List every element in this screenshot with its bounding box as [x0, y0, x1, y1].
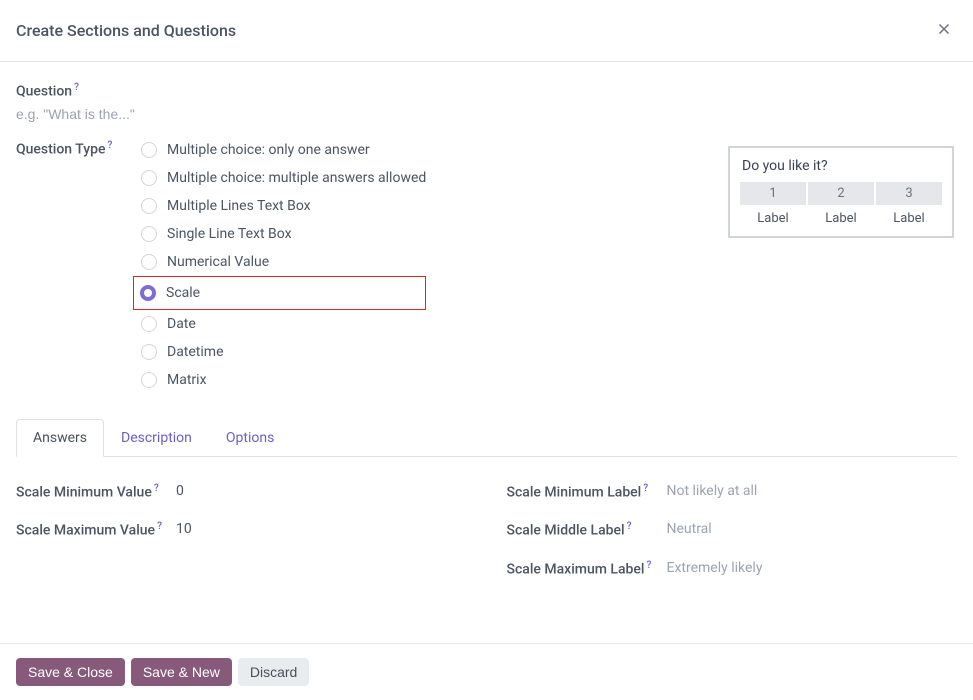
- tab-content-answers: Scale Minimum Value? 0 Scale Maximum Val…: [16, 457, 957, 605]
- radio-date[interactable]: Date: [141, 310, 426, 338]
- help-icon[interactable]: ?: [157, 521, 162, 532]
- tab-description[interactable]: Description: [104, 419, 209, 457]
- scale-preview-card: Do you like it? 1 Label 2 Label 3 Label: [728, 146, 954, 238]
- radio-icon: [141, 198, 157, 214]
- radio-numerical[interactable]: Numerical Value: [141, 248, 426, 276]
- radio-icon: [141, 142, 157, 158]
- modal-body: Question? Question Type? Multiple choice…: [0, 62, 973, 643]
- preview-scale-num: 3: [876, 182, 942, 205]
- help-icon[interactable]: ?: [108, 140, 113, 151]
- tab-options[interactable]: Options: [209, 419, 291, 457]
- preview-scale-label: Label: [808, 211, 874, 226]
- radio-single-line-text[interactable]: Single Line Text Box: [141, 220, 426, 248]
- question-type-row: Question Type? Multiple choice: only one…: [16, 136, 957, 394]
- save-close-button[interactable]: Save & Close: [16, 658, 125, 686]
- answers-left-column: Scale Minimum Value? 0 Scale Maximum Val…: [16, 481, 467, 597]
- radio-icon: [140, 285, 156, 301]
- scale-min-value-input[interactable]: 0: [176, 481, 184, 499]
- radio-icon: [141, 226, 157, 242]
- preview-scale-label: Label: [740, 211, 806, 226]
- modal-footer: Save & Close Save & New Discard: [0, 643, 973, 700]
- label-text: Scale Maximum Value: [16, 523, 155, 539]
- question-label: Question?: [16, 78, 141, 100]
- close-button[interactable]: [931, 16, 957, 45]
- help-icon[interactable]: ?: [154, 483, 159, 494]
- scale-max-value-label: Scale Maximum Value?: [16, 519, 176, 542]
- close-icon: [935, 20, 953, 38]
- radio-icon: [141, 372, 157, 388]
- question-input[interactable]: [16, 100, 957, 128]
- preview-scale-item: 2 Label: [808, 182, 874, 226]
- question-label-text: Question: [16, 84, 72, 100]
- radio-label: Scale: [166, 285, 200, 301]
- radio-label: Multiple choice: only one answer: [167, 142, 370, 158]
- preview-scale: 1 Label 2 Label 3 Label: [740, 182, 942, 226]
- radio-matrix[interactable]: Matrix: [141, 366, 426, 394]
- scale-min-value-label: Scale Minimum Value?: [16, 481, 176, 504]
- preview-scale-item: 3 Label: [876, 182, 942, 226]
- scale-min-label-field: Scale Minimum Label? Not likely at all: [507, 481, 958, 504]
- radio-multiple-choice-many[interactable]: Multiple choice: multiple answers allowe…: [141, 164, 426, 192]
- preview-scale-item: 1 Label: [740, 182, 806, 226]
- help-icon[interactable]: ?: [74, 82, 79, 93]
- preview-scale-label: Label: [876, 211, 942, 226]
- radio-multi-line-text[interactable]: Multiple Lines Text Box: [141, 192, 426, 220]
- label-text: Scale Maximum Label: [507, 562, 645, 578]
- question-type-options: Multiple choice: only one answer Multipl…: [141, 136, 426, 394]
- radio-icon: [141, 316, 157, 332]
- help-icon[interactable]: ?: [646, 560, 651, 571]
- preview-scale-num: 2: [808, 182, 874, 205]
- radio-label: Date: [167, 316, 196, 332]
- question-type-label-text: Question Type: [16, 141, 106, 157]
- label-text: Scale Minimum Label: [507, 484, 642, 500]
- radio-label: Single Line Text Box: [167, 226, 292, 242]
- radio-icon: [141, 254, 157, 270]
- radio-scale[interactable]: Scale: [140, 279, 345, 307]
- preview-question: Do you like it?: [740, 158, 942, 174]
- help-icon[interactable]: ?: [627, 521, 632, 532]
- tabs: Answers Description Options: [16, 418, 957, 457]
- scale-mid-label-field: Scale Middle Label? Neutral: [507, 519, 958, 542]
- scale-max-label-label: Scale Maximum Label?: [507, 558, 667, 581]
- scale-min-label-input[interactable]: Not likely at all: [667, 481, 758, 499]
- scale-mid-label-input[interactable]: Neutral: [667, 519, 712, 537]
- modal-header: Create Sections and Questions: [0, 0, 973, 62]
- tab-answers[interactable]: Answers: [16, 419, 104, 457]
- radio-label: Numerical Value: [167, 254, 269, 270]
- radio-multiple-choice-one[interactable]: Multiple choice: only one answer: [141, 136, 426, 164]
- discard-button[interactable]: Discard: [238, 658, 309, 686]
- radio-label: Multiple choice: multiple answers allowe…: [167, 170, 426, 186]
- radio-label: Multiple Lines Text Box: [167, 198, 311, 214]
- save-new-button[interactable]: Save & New: [131, 658, 232, 686]
- scale-min-value-field: Scale Minimum Value? 0: [16, 481, 467, 504]
- radio-label: Datetime: [167, 344, 224, 360]
- scale-max-value-input[interactable]: 10: [176, 519, 192, 537]
- modal-title: Create Sections and Questions: [16, 21, 236, 40]
- radio-icon: [141, 344, 157, 360]
- scale-max-label-field: Scale Maximum Label? Extremely likely: [507, 558, 958, 581]
- radio-datetime[interactable]: Datetime: [141, 338, 426, 366]
- radio-label: Matrix: [167, 372, 207, 388]
- answers-right-column: Scale Minimum Label? Not likely at all S…: [507, 481, 958, 597]
- preview-scale-num: 1: [740, 182, 806, 205]
- scale-min-label-label: Scale Minimum Label?: [507, 481, 667, 504]
- help-icon[interactable]: ?: [643, 483, 648, 494]
- question-type-label: Question Type?: [16, 136, 141, 158]
- radio-icon: [141, 170, 157, 186]
- scale-max-value-field: Scale Maximum Value? 10: [16, 519, 467, 542]
- radio-scale-highlight: Scale: [133, 276, 426, 310]
- scale-mid-label-label: Scale Middle Label?: [507, 519, 667, 542]
- question-field: Question?: [16, 78, 957, 128]
- label-text: Scale Middle Label: [507, 523, 625, 539]
- scale-max-label-input[interactable]: Extremely likely: [667, 558, 763, 576]
- label-text: Scale Minimum Value: [16, 484, 152, 500]
